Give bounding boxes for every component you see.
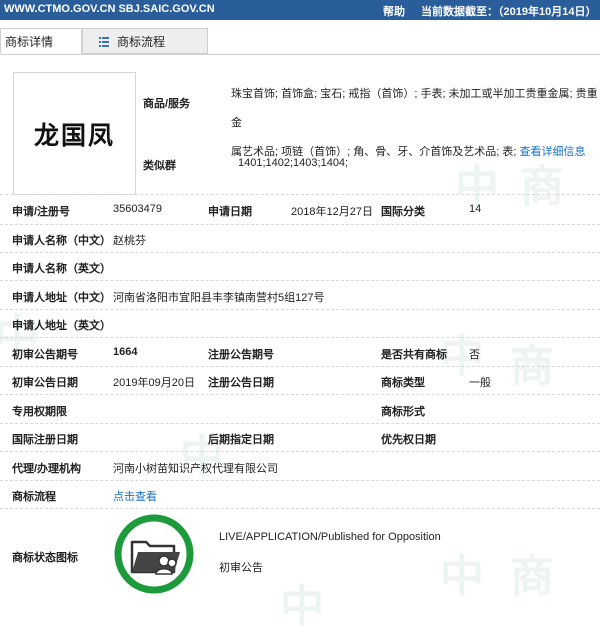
- process-label: 商标流程: [12, 491, 56, 503]
- tm-type-label: 商标类型: [381, 377, 425, 389]
- priority-date-label: 优先权日期: [381, 434, 436, 446]
- divider: [0, 508, 600, 509]
- divider: [0, 451, 600, 452]
- shared-value: 否: [469, 349, 480, 361]
- tab-trademark-process[interactable]: 商标流程: [82, 28, 208, 54]
- shared-label: 是否共有商标: [381, 349, 447, 361]
- divider: [0, 224, 600, 225]
- prelim-date-value: 2019年09月20日: [113, 377, 195, 389]
- applicant-cn-value: 赵桃芬: [113, 235, 146, 247]
- divider: [0, 394, 600, 395]
- reg-pub-no-label: 注册公告期号: [208, 349, 274, 361]
- agent-label: 代理/办理机构: [12, 463, 82, 475]
- similar-group-value: 1401;1402;1403;1404;: [238, 157, 349, 169]
- grid-icon: [99, 37, 109, 47]
- help-link[interactable]: 帮助: [383, 3, 405, 19]
- divider: [0, 366, 600, 367]
- process-link[interactable]: 点击查看: [113, 488, 157, 504]
- divider: [0, 337, 600, 338]
- goods-line-1: 珠宝首饰; 首饰盒; 宝石; 戒指（首饰）; 手表; 未加工或半加工贵重金属; …: [231, 88, 598, 129]
- view-details-link[interactable]: 查看详细信息: [519, 146, 585, 158]
- similar-group-label: 类似群: [143, 160, 176, 172]
- goods-services-label: 商品/服务: [143, 98, 191, 110]
- trademark-logo-text: 龙国凤: [33, 120, 115, 150]
- reg-pub-date-label: 注册公告日期: [208, 377, 274, 389]
- status-icon-label: 商标状态图标: [12, 552, 78, 564]
- later-designation-date-label: 后期指定日期: [208, 434, 274, 446]
- tab-trademark-details[interactable]: 商标详情: [0, 28, 82, 54]
- address-cn-label: 申请人地址（中文）: [12, 292, 111, 304]
- current-data-date: 当前数据截至：（2019年10月14日）: [421, 6, 597, 18]
- divider: [0, 309, 600, 310]
- trademark-image: 龙国凤: [13, 72, 136, 195]
- reg-no-label: 申请/注册号: [12, 206, 71, 218]
- prelim-date-label: 初审公告日期: [12, 377, 78, 389]
- prelim-no-label: 初审公告期号: [12, 349, 78, 361]
- address-cn-value: 河南省洛阳市宜阳县丰李镇南营村5组127号: [113, 292, 325, 304]
- divider: [0, 480, 600, 481]
- reg-no-value: 35603479: [113, 203, 162, 215]
- tm-form-label: 商标形式: [381, 406, 425, 418]
- intl-class-label: 国际分类: [381, 206, 425, 218]
- status-en: LIVE/APPLICATION/Published for Oppositio…: [219, 531, 441, 543]
- app-date-label: 申请日期: [208, 206, 252, 218]
- divider: [0, 280, 600, 281]
- tm-type-value: 一般: [469, 377, 491, 389]
- intl-class-value: 14: [469, 203, 482, 215]
- divider: [0, 423, 600, 424]
- exclusive-period-label: 专用权期限: [12, 406, 67, 418]
- applicant-en-label: 申请人名称（英文）: [12, 263, 111, 275]
- address-en-label: 申请人地址（英文）: [12, 320, 111, 332]
- site-url: WWW.CTMO.GOV.CN SBJ.SAIC.GOV.CN: [4, 3, 215, 15]
- applicant-cn-label: 申请人名称（中文）: [12, 235, 111, 247]
- status-cn: 初审公告: [219, 562, 263, 574]
- top-bar: WWW.CTMO.GOV.CN SBJ.SAIC.GOV.CN 帮助 当前数据截…: [0, 0, 600, 20]
- goods-services-value: 珠宝首饰; 首饰盒; 宝石; 戒指（首饰）; 手表; 未加工或半加工贵重金属; …: [231, 80, 599, 167]
- intl-reg-date-label: 国际注册日期: [12, 434, 78, 446]
- agent-value: 河南小树苗知识产权代理有限公司: [113, 463, 278, 475]
- tab-bar: 商标详情 商标流程: [0, 28, 600, 55]
- divider: [0, 252, 600, 253]
- folder-people-icon: [114, 514, 194, 594]
- divider: [0, 194, 600, 195]
- tab-label: 商标流程: [117, 35, 166, 49]
- prelim-no-value: 1664: [113, 346, 138, 358]
- tab-label: 商标详情: [5, 35, 54, 49]
- app-date-value: 2018年12月27日: [291, 206, 373, 218]
